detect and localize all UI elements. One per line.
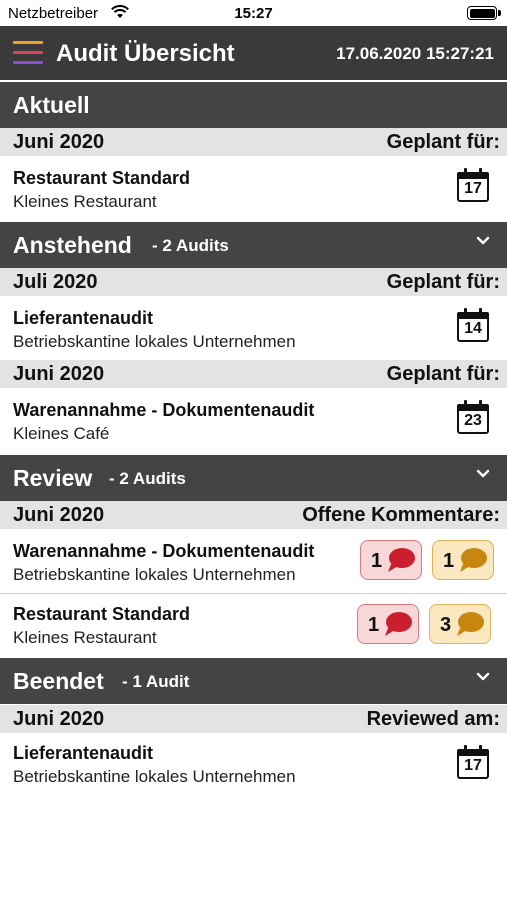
audit-subtitle: Kleines Café	[13, 424, 110, 443]
calendar-day: 23	[464, 412, 482, 429]
column-label: Reviewed am:	[366, 708, 500, 730]
open-comments-yellow-badge[interactable]: 1	[432, 540, 494, 580]
month-header: Juni 2020 Offene Kommentare:	[0, 501, 507, 529]
chevron-down-icon[interactable]	[476, 672, 490, 682]
audit-row-aktuell[interactable]: Restaurant Standard Kleines Restaurant 1…	[0, 156, 507, 222]
section-count: - 2 Audits	[152, 236, 229, 255]
nav-bar: Audit Übersicht 17.06.2020 15:27:21	[0, 26, 507, 80]
chevron-down-icon[interactable]	[476, 469, 490, 479]
month-header: Juli 2020 Geplant für:	[0, 268, 507, 296]
yellow-comment-count: 1	[443, 550, 455, 572]
chevron-down-icon[interactable]	[476, 236, 490, 246]
calendar-day: 17	[464, 180, 482, 197]
month-label: Juni 2020	[13, 504, 105, 526]
column-label: Geplant für:	[386, 363, 500, 385]
month-label: Juni 2020	[13, 131, 105, 153]
section-count: - 1 Audit	[122, 672, 190, 691]
open-comments-red-badge[interactable]: 1	[360, 540, 422, 580]
section-count: - 2 Audits	[109, 469, 186, 488]
open-comments-red-badge[interactable]: 1	[357, 604, 419, 644]
column-label: Geplant für:	[386, 271, 500, 293]
month-label: Juni 2020	[13, 363, 105, 385]
section-header-aktuell: Aktuell	[0, 82, 507, 128]
audit-title: Lieferantenaudit	[13, 308, 154, 328]
section-header-beendet[interactable]: Beendet - 1 Audit	[0, 658, 507, 704]
speech-bubble-icon	[457, 612, 484, 636]
speech-bubble-icon	[460, 548, 487, 572]
calendar-day: 14	[464, 320, 482, 337]
audit-row-beendet[interactable]: Lieferantenaudit Betriebskantine lokales…	[0, 733, 507, 797]
column-label: Offene Kommentare:	[302, 504, 500, 526]
audit-title: Warenannahme - Dokumentenaudit	[13, 541, 315, 561]
section-title: Anstehend	[13, 232, 132, 258]
section-header-review[interactable]: Review - 2 Audits	[0, 455, 507, 501]
page-title: Audit Übersicht	[56, 40, 235, 67]
audit-title: Warenannahme - Dokumentenaudit	[13, 400, 315, 420]
month-label: Juni 2020	[13, 708, 105, 730]
audit-row-anstehend[interactable]: Lieferantenaudit Betriebskantine lokales…	[0, 296, 507, 360]
audit-title: Restaurant Standard	[13, 604, 191, 624]
month-header: Juni 2020 Geplant für:	[0, 360, 507, 388]
section-title: Review	[13, 465, 93, 491]
month-header: Juni 2020 Geplant für:	[0, 128, 507, 156]
speech-bubble-icon	[385, 612, 412, 636]
status-bar: Netzbetreiber 15:27	[0, 0, 507, 26]
hamburger-menu-icon[interactable]	[13, 41, 43, 65]
audit-row-anstehend[interactable]: Warenannahme - Dokumentenaudit Kleines C…	[0, 388, 507, 454]
section-header-anstehend[interactable]: Anstehend - 2 Audits	[0, 222, 507, 268]
review-row[interactable]: Restaurant Standard Kleines Restaurant 1…	[0, 594, 507, 656]
section-title: Aktuell	[13, 92, 90, 118]
status-time: 15:27	[234, 5, 273, 22]
calendar-icon: 17	[457, 168, 489, 202]
red-comment-count: 1	[368, 614, 380, 636]
month-header: Juni 2020 Reviewed am:	[0, 705, 507, 733]
audit-subtitle: Betriebskantine lokales Unternehmen	[13, 332, 296, 351]
calendar-day: 17	[464, 757, 482, 774]
column-label: Geplant für:	[386, 131, 500, 153]
review-row[interactable]: Warenannahme - Dokumentenaudit Betriebsk…	[0, 529, 507, 593]
current-datetime: 17.06.2020 15:27:21	[336, 44, 494, 63]
audit-subtitle: Kleines Restaurant	[13, 192, 157, 211]
audit-subtitle: Kleines Restaurant	[13, 628, 157, 647]
open-comments-yellow-badge[interactable]: 3	[429, 604, 491, 644]
audit-subtitle: Betriebskantine lokales Unternehmen	[13, 767, 296, 786]
calendar-icon: 17	[457, 745, 489, 779]
audit-title: Restaurant Standard	[13, 168, 191, 188]
audit-subtitle: Betriebskantine lokales Unternehmen	[13, 565, 296, 584]
month-label: Juli 2020	[13, 271, 98, 293]
calendar-icon: 14	[457, 308, 489, 342]
section-title: Beendet	[13, 668, 104, 694]
calendar-icon: 23	[457, 400, 489, 434]
speech-bubble-icon	[388, 548, 415, 572]
audit-title: Lieferantenaudit	[13, 743, 154, 763]
red-comment-count: 1	[371, 550, 383, 572]
yellow-comment-count: 3	[440, 614, 452, 636]
battery-icon	[467, 6, 501, 20]
